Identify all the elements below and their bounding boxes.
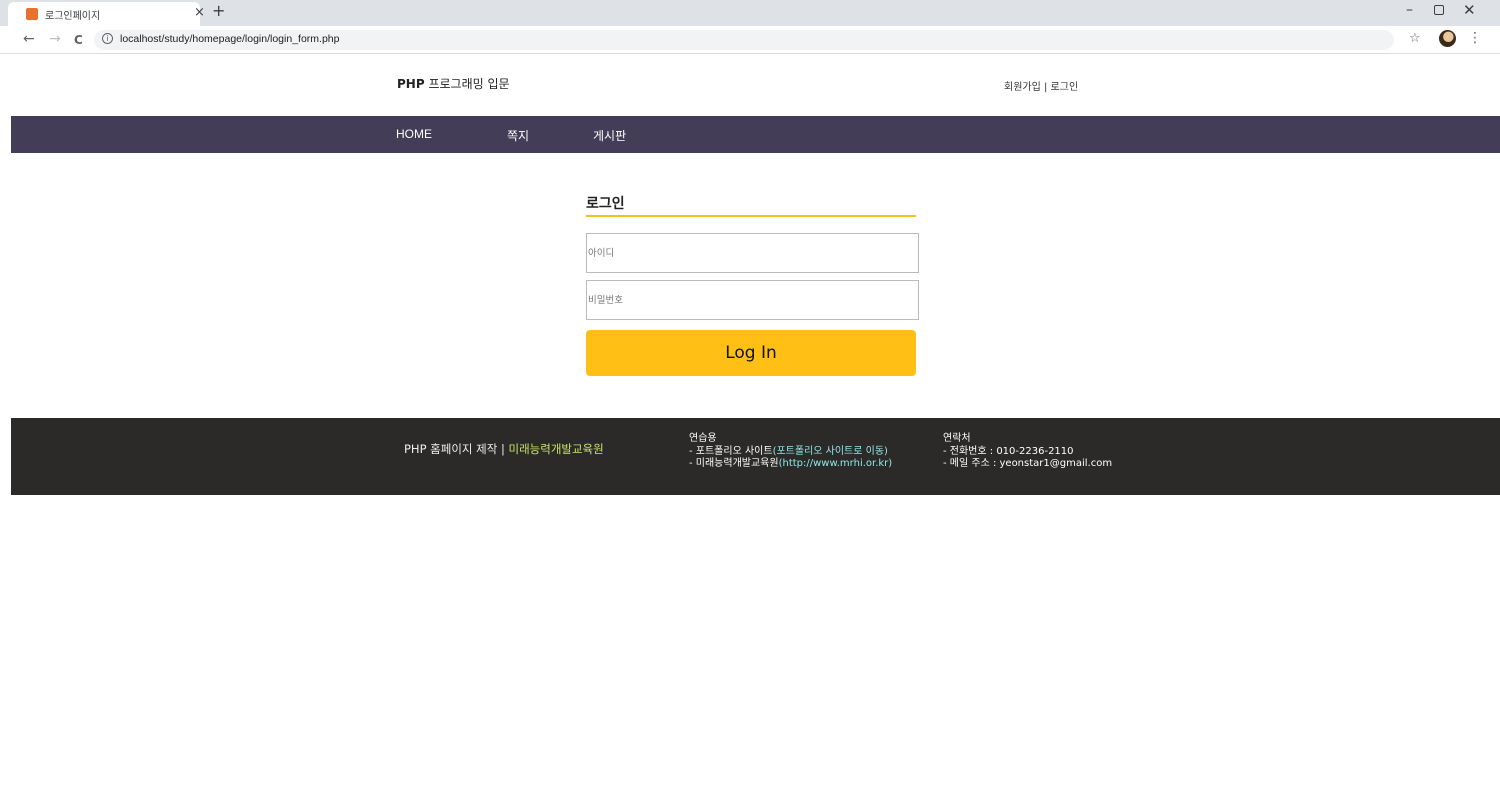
menu-item-board[interactable]: 게시판 xyxy=(593,127,626,144)
kebab-menu-icon[interactable]: ⋮ xyxy=(1468,30,1482,46)
info-icon[interactable]: i xyxy=(102,33,113,44)
footer-credit-text: PHP 홈페이지 제작 | xyxy=(404,442,509,456)
browser-tab[interactable]: 로그인페이지 × xyxy=(8,2,205,26)
site-title[interactable]: PHP 프로그래밍 입문 xyxy=(397,75,510,92)
login-button[interactable]: Log In xyxy=(586,330,916,376)
footer-practice-heading: 연습용 xyxy=(689,433,717,444)
signup-link[interactable]: 회원가입 xyxy=(1004,82,1041,93)
browser-tab-strip: 로그인페이지 × + – ✕ xyxy=(0,0,1500,26)
link-separator: | xyxy=(1040,82,1051,93)
menu-item-message[interactable]: 쪽지 xyxy=(507,127,529,144)
new-tab-icon[interactable]: + xyxy=(212,2,225,20)
footer-credit: PHP 홈페이지 제작 | 미래능력개발교육원 xyxy=(404,441,604,457)
id-input[interactable] xyxy=(586,233,919,273)
login-heading: 로그인 xyxy=(586,196,625,212)
xampp-favicon-icon xyxy=(26,8,38,20)
forward-arrow-icon[interactable]: → xyxy=(49,30,61,48)
footer: PHP 홈페이지 제작 | 미래능력개발교육원 연습용 - 포트폴리오 사이트(… xyxy=(11,418,1500,495)
site-title-rest: 프로그래밍 입문 xyxy=(424,77,510,91)
menu-item-home[interactable]: HOME xyxy=(396,127,432,141)
browser-toolbar: ← → C i localhost/study/homepage/login/l… xyxy=(0,26,1500,54)
profile-avatar[interactable] xyxy=(1439,30,1456,47)
institute-link[interactable]: (http://www.mrhi.or.kr) xyxy=(779,458,893,469)
tab-close-icon[interactable]: × xyxy=(194,5,205,21)
window-minimize-icon[interactable]: – xyxy=(1406,2,1413,18)
portfolio-label: - 포트폴리오 사이트 xyxy=(689,445,773,457)
url-text[interactable]: localhost/study/homepage/login/login_for… xyxy=(120,33,339,45)
footer-practice-column: 연습용 - 포트폴리오 사이트(포트폴리오 사이트로 이동) - 미래능력개발교… xyxy=(689,433,892,471)
contact-phone: - 전화번호 : 010-2236-2110 xyxy=(943,445,1074,457)
footer-contact-heading: 연락처 xyxy=(943,433,971,444)
web-page: PHP 프로그래밍 입문 회원가입 | 로그인 HOME 쪽지 게시판 로그인 … xyxy=(11,54,1500,800)
site-title-bold: PHP xyxy=(397,77,425,91)
login-link[interactable]: 로그인 xyxy=(1051,82,1079,93)
back-arrow-icon[interactable]: ← xyxy=(23,30,35,48)
window-close-icon[interactable]: ✕ xyxy=(1463,1,1476,19)
password-input[interactable] xyxy=(586,280,919,320)
login-heading-underline xyxy=(586,215,916,217)
main-menu-bar: HOME 쪽지 게시판 xyxy=(11,116,1500,153)
footer-contact-column: 연락처 - 전화번호 : 010-2236-2110 - 메일 주소 : yeo… xyxy=(943,433,1112,471)
footer-credit-accent: 미래능력개발교육원 xyxy=(508,442,604,456)
window-restore-icon[interactable] xyxy=(1434,5,1444,15)
top-links: 회원가입 | 로그인 xyxy=(1004,78,1078,93)
institute-label: - 미래능력개발교육원 xyxy=(689,458,779,469)
contact-email: - 메일 주소 : yeonstar1@gmail.com xyxy=(943,458,1113,469)
portfolio-link[interactable]: (포트폴리오 사이트로 이동) xyxy=(773,446,888,457)
reload-icon[interactable]: C xyxy=(74,31,83,49)
tab-title: 로그인페이지 xyxy=(45,11,101,22)
star-icon[interactable]: ☆ xyxy=(1409,31,1421,46)
